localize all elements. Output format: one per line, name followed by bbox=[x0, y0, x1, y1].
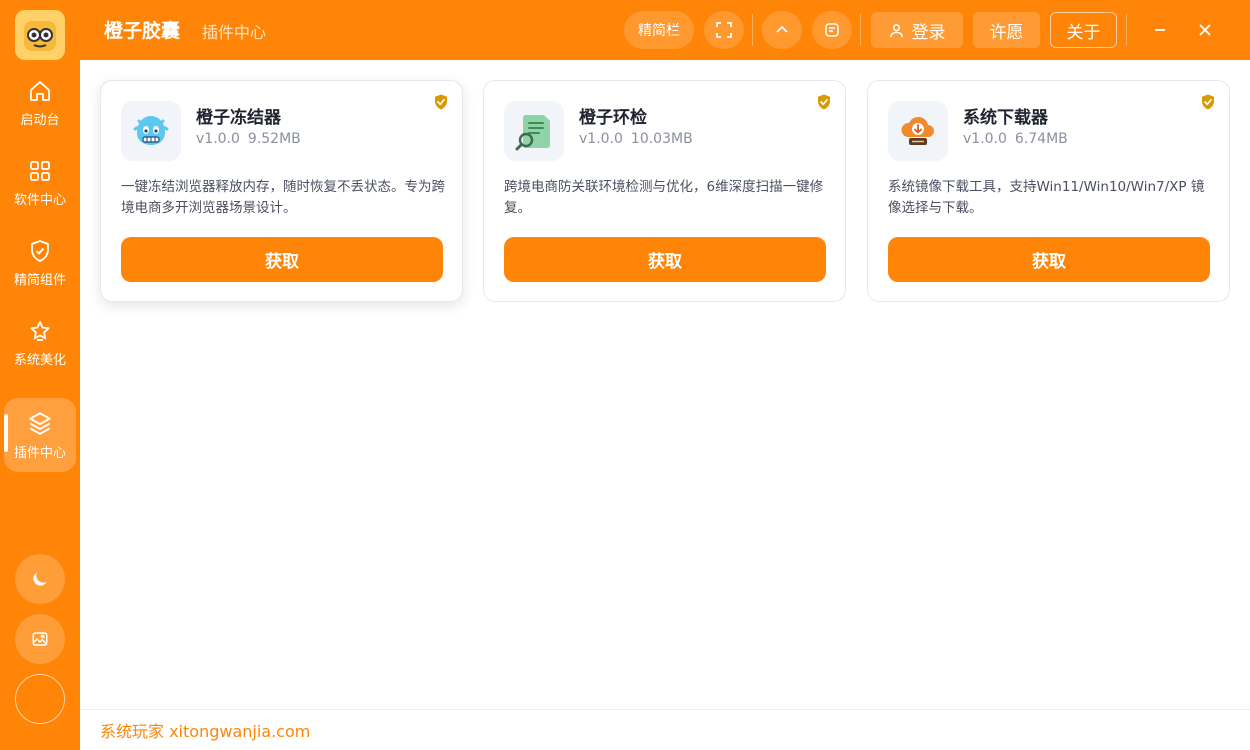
theme-toggle-button[interactable] bbox=[15, 554, 65, 604]
close-icon bbox=[1199, 24, 1211, 36]
image-icon bbox=[32, 632, 48, 646]
minimize-button[interactable] bbox=[1145, 15, 1175, 45]
toolbar-divider bbox=[1126, 14, 1127, 46]
verified-shield-icon bbox=[435, 94, 447, 110]
star-icon bbox=[30, 320, 50, 341]
fullscreen-icon bbox=[716, 22, 732, 38]
chevron-up-icon bbox=[776, 25, 788, 33]
plugin-meta: v1.0.0 10.03MB bbox=[579, 131, 693, 147]
sidebar-item-label: 插件中心 bbox=[13, 445, 66, 461]
title-bar: 橙子胶囊 插件中心 精简栏 登录 许愿 关于 bbox=[0, 0, 1250, 60]
verified-shield-icon bbox=[818, 94, 830, 110]
sidebar-item-label: 系统美化 bbox=[13, 352, 66, 368]
get-button[interactable]: 获取 bbox=[888, 237, 1210, 282]
sidebar-item-label: 启动台 bbox=[20, 112, 60, 128]
toolbar-divider bbox=[752, 14, 753, 46]
plugin-version: v1.0.0 bbox=[963, 131, 1007, 147]
page-subtitle: 插件中心 bbox=[202, 23, 267, 42]
fullscreen-button[interactable] bbox=[704, 11, 744, 49]
shield-check-icon bbox=[31, 239, 49, 262]
sidebar-item-software-center[interactable]: 软件中心 bbox=[4, 146, 76, 220]
layers-icon bbox=[29, 411, 51, 435]
app-title: 橙子胶囊 bbox=[104, 20, 181, 42]
app-logo bbox=[15, 10, 65, 60]
plugin-description: 系统镜像下载工具，支持Win11/Win10/Win7/XP 镜像选择与下载。 bbox=[888, 179, 1205, 216]
document-search-icon bbox=[504, 101, 564, 161]
get-button[interactable]: 获取 bbox=[504, 237, 826, 282]
sidebar-item-launchpad[interactable]: 启动台 bbox=[4, 66, 76, 140]
grid-icon bbox=[30, 160, 50, 181]
plugin-meta: v1.0.0 9.52MB bbox=[196, 131, 301, 147]
plugin-card: 橙子冻结器 v1.0.0 9.52MB 一键冻结浏览器释放内存，随时恢复不丢状态。… bbox=[100, 80, 463, 302]
moon-icon bbox=[33, 572, 47, 586]
plugin-center-panel: 橙子冻结器 v1.0.0 9.52MB 一键冻结浏览器释放内存，随时恢复不丢状态。… bbox=[80, 60, 1250, 750]
plugin-card: 橙子环检 v1.0.0 10.03MB 跨境电商防关联环境检测与优化，6维深度扫描… bbox=[483, 80, 846, 302]
sidebar-item-plugin-center[interactable]: 插件中心 bbox=[4, 398, 76, 472]
close-button[interactable] bbox=[1190, 15, 1220, 45]
simple-bar-button[interactable]: 精简栏 bbox=[624, 11, 694, 49]
plugin-size: 9.52MB bbox=[247, 131, 301, 147]
plugin-card: 系统下载器 v1.0.0 6.74MB 系统镜像下载工具，支持Win11/Win1… bbox=[867, 80, 1230, 302]
get-button[interactable]: 获取 bbox=[121, 237, 443, 282]
plugin-meta: v1.0.0 6.74MB bbox=[963, 131, 1068, 147]
plugin-title: 橙子冻结器 bbox=[196, 108, 281, 128]
login-label: 登录 bbox=[911, 22, 946, 43]
note-icon bbox=[825, 23, 839, 37]
avatar[interactable] bbox=[15, 674, 65, 724]
active-indicator bbox=[4, 414, 8, 452]
plugin-size: 10.03MB bbox=[630, 131, 693, 147]
plugin-title: 橙子环检 bbox=[579, 108, 647, 128]
notes-button[interactable] bbox=[812, 11, 852, 49]
wish-button[interactable]: 许愿 bbox=[973, 12, 1040, 48]
collapse-button[interactable] bbox=[762, 11, 802, 49]
about-button[interactable]: 关于 bbox=[1050, 12, 1117, 48]
home-icon bbox=[30, 80, 50, 101]
user-icon bbox=[889, 23, 903, 37]
footer-link[interactable]: 系统玩家 xitongwanjia.com bbox=[100, 718, 310, 742]
plugin-description: 一键冻结浏览器释放内存，随时恢复不丢状态。专为跨境电商多开浏览器场景设计。 bbox=[121, 179, 445, 216]
sidebar-item-label: 精简组件 bbox=[13, 272, 66, 288]
wallpaper-button[interactable] bbox=[15, 614, 65, 664]
sidebar: 启动台 软件中心 精简组件 系统美化 插件中心 bbox=[0, 60, 80, 750]
plugin-description: 跨境电商防关联环境检测与优化，6维深度扫描一键修复。 bbox=[504, 179, 824, 216]
verified-shield-icon bbox=[1202, 94, 1214, 110]
cloud-download-icon bbox=[888, 101, 948, 161]
plugin-version: v1.0.0 bbox=[196, 131, 240, 147]
footer-divider bbox=[80, 709, 1250, 710]
frozen-face-icon bbox=[121, 101, 181, 161]
plugin-size: 6.74MB bbox=[1014, 131, 1068, 147]
sidebar-item-label: 软件中心 bbox=[13, 192, 66, 208]
minimize-icon bbox=[1155, 29, 1165, 31]
plugin-version: v1.0.0 bbox=[579, 131, 623, 147]
plugin-title: 系统下载器 bbox=[963, 108, 1048, 128]
sidebar-item-beautify[interactable]: 系统美化 bbox=[4, 306, 76, 380]
toolbar-divider bbox=[860, 14, 861, 46]
sidebar-item-lite-components[interactable]: 精简组件 bbox=[4, 226, 76, 300]
login-button[interactable]: 登录 bbox=[871, 12, 963, 48]
